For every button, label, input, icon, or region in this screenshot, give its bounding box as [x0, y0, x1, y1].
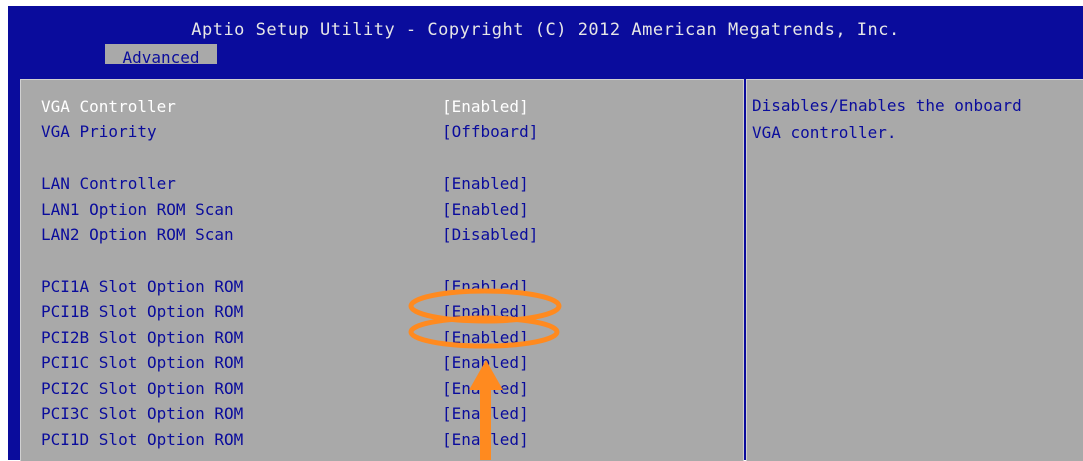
help-text: Disables/Enables the onboard VGA control… [752, 96, 1022, 142]
setting-value[interactable]: [Enabled] [442, 198, 529, 222]
setting-row-lan-controller[interactable]: LAN Controller [Enabled] [21, 172, 743, 196]
setting-label: PCI1B Slot Option ROM [41, 302, 244, 321]
setting-row-vga-priority[interactable]: VGA Priority [Offboard] [21, 120, 743, 144]
setting-row-vga-controller[interactable]: VGA Controller [Enabled] [21, 95, 743, 119]
setting-value[interactable]: [Enabled] [442, 172, 529, 196]
setting-row-lan1-option-rom[interactable]: LAN1 Option ROM Scan [Enabled] [21, 198, 743, 222]
setting-value[interactable]: [Offboard] [442, 120, 538, 144]
setting-row-pci3c-option-rom[interactable]: PCI3C Slot Option ROM [Enabled] [21, 402, 743, 426]
setting-row-pci1d-option-rom[interactable]: PCI1D Slot Option ROM [Enabled] [21, 428, 743, 452]
setting-value[interactable]: [Enabled] [442, 351, 529, 375]
setting-label: LAN1 Option ROM Scan [41, 200, 234, 219]
setting-label: PCI2B Slot Option ROM [41, 328, 244, 347]
setting-value[interactable]: [Enabled] [442, 402, 529, 426]
window-title: Aptio Setup Utility - Copyright (C) 2012… [191, 20, 900, 40]
setting-label: PCI1A Slot Option ROM [41, 277, 244, 296]
setting-row-pci1b-option-rom[interactable]: PCI1B Slot Option ROM [Enabled] [21, 300, 743, 324]
setting-label: PCI2C Slot Option ROM [41, 379, 244, 398]
setting-label: PCI3C Slot Option ROM [41, 404, 244, 423]
bios-screen: VGA Controller [Enabled] VGA Priority [O… [8, 64, 1083, 461]
help-panel: Disables/Enables the onboard VGA control… [746, 79, 1083, 461]
setting-value[interactable]: [Disabled] [442, 223, 538, 247]
setting-value[interactable]: [Enabled] [442, 300, 529, 324]
setting-row-pci2b-option-rom[interactable]: PCI2B Slot Option ROM [Enabled] [21, 326, 743, 350]
setting-row-pci1a-option-rom[interactable]: PCI1A Slot Option ROM [Enabled] [21, 275, 743, 299]
setting-label: PCI1D Slot Option ROM [41, 430, 244, 449]
setting-label: LAN2 Option ROM Scan [41, 225, 234, 244]
setting-label: PCI1C Slot Option ROM [41, 353, 244, 372]
setting-value[interactable]: [Enabled] [442, 326, 529, 350]
setting-row-pci1c-option-rom[interactable]: PCI1C Slot Option ROM [Enabled] [21, 351, 743, 375]
setting-row-lan2-option-rom[interactable]: LAN2 Option ROM Scan [Disabled] [21, 223, 743, 247]
setting-label: VGA Priority [41, 122, 157, 141]
setting-value[interactable]: [Enabled] [442, 377, 529, 401]
setting-row-pci2c-option-rom[interactable]: PCI2C Slot Option ROM [Enabled] [21, 377, 743, 401]
setting-label: LAN Controller [41, 174, 176, 193]
setting-value[interactable]: [Enabled] [442, 428, 529, 452]
title-bar: Aptio Setup Utility - Copyright (C) 2012… [8, 6, 1083, 70]
setting-label: VGA Controller [41, 97, 176, 116]
settings-panel: VGA Controller [Enabled] VGA Priority [O… [20, 79, 744, 461]
setting-value[interactable]: [Enabled] [442, 275, 529, 299]
setting-value[interactable]: [Enabled] [442, 95, 529, 119]
